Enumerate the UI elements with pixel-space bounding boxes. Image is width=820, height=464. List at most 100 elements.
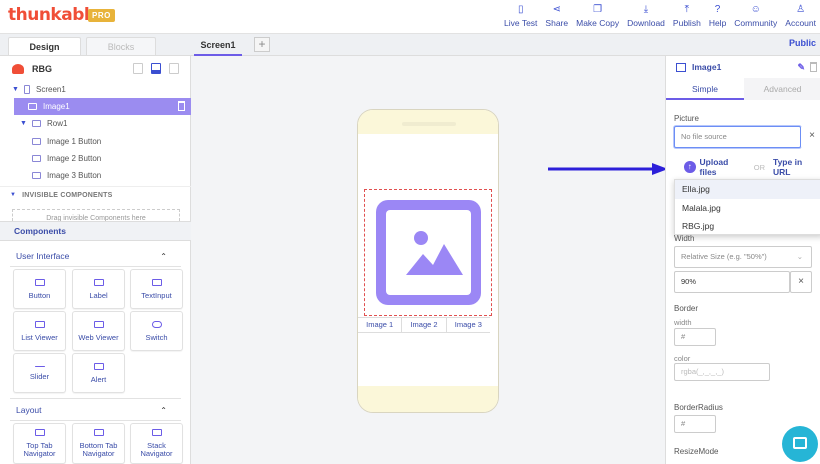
top-tab-icon [34,429,45,436]
account-icon: ♙ [796,4,806,15]
slider-icon [34,365,45,367]
account-button[interactable]: ♙ Account [781,0,820,34]
community-button[interactable]: ☺ Community [730,0,781,34]
tab-design[interactable]: Design [8,37,81,55]
collapse-icon[interactable]: ▼ [10,192,16,198]
publish-button[interactable]: ⤒ Publish [669,0,705,34]
component-label[interactable]: Label [72,269,125,309]
user-interface-section[interactable]: User Interface ⌃ [0,246,191,266]
list-icon [34,320,45,328]
annotation-arrow-icon [548,163,668,175]
row1-canvas: Image 1 Image 2 Image 3 [358,317,490,333]
canvas-image-2-button[interactable]: Image 2 [402,318,447,332]
phone-device-icon[interactable] [151,63,161,74]
download-button[interactable]: ⤓ Download [623,0,669,34]
divider [10,266,181,267]
upload-files-link[interactable]: Upload files [700,157,746,177]
component-textinput[interactable]: TextInput [130,269,183,309]
top-bar: thunkable PRO ▯ Live Test ⋖ Share ❐ Make Co… [0,0,820,34]
delete-icon[interactable] [178,101,185,111]
live-test-button[interactable]: ▯ Live Test [500,0,541,34]
component-switch[interactable]: Switch [130,311,183,351]
app-header: RBG [0,56,191,82]
upload-options: ↑ Upload files OR Type in URL [684,157,820,177]
resize-mode-label: ResizeMode [674,447,719,456]
tree-item-image-3-button[interactable]: Image 3 Button [0,167,191,184]
collapse-icon[interactable]: ▼ [20,120,27,127]
component-slider[interactable]: Slider [13,353,66,393]
invisible-components-header[interactable]: ▼ INVISIBLE COMPONENTS [0,186,191,203]
edit-icon[interactable]: ✎ [797,62,805,73]
border-color-label: color [674,354,691,363]
community-icon: ☺ [750,4,761,15]
clear-picture-button[interactable]: × [801,126,820,148]
delete-icon[interactable] [810,62,817,72]
share-button[interactable]: ⋖ Share [541,0,572,34]
component-alert[interactable]: Alert [72,353,125,393]
tree-item-screen1[interactable]: ▼ Screen1 [0,81,191,98]
width-mode-select[interactable]: Relative Size (e.g. "50%") ⌄ [674,246,812,268]
app-name: RBG [32,64,52,74]
image-placeholder-inner [386,210,471,295]
canvas-image-1-button[interactable]: Image 1 [358,318,403,332]
image-icon [676,62,686,72]
screen-icon [24,85,30,94]
type-in-url-link[interactable]: Type in URL [773,157,820,177]
border-radius-input[interactable]: # [674,415,716,433]
tab-blocks[interactable]: Blocks [86,37,156,55]
tab-simple[interactable]: Simple [666,78,744,100]
tree-item-row1[interactable]: ▼ Row1 [0,115,191,132]
file-option-rbg[interactable]: RBG.jpg [675,217,820,236]
help-icon: ? [714,4,721,15]
tablet-icon[interactable] [133,63,143,74]
component-button[interactable]: Button [13,269,66,309]
upload-icon: ↑ [684,161,696,173]
switch-icon [151,320,162,328]
border-color-picker[interactable]: rgba(_,_,_,_) [674,363,770,381]
width-label: Width [674,234,695,243]
help-button[interactable]: ? Help [705,0,730,34]
editor-tabs: Design Blocks Screen1 + Public [0,34,820,56]
add-screen-button[interactable]: + [254,37,270,52]
components-header: Components [0,221,191,241]
button-icon [32,155,41,162]
thunkable-logo[interactable]: thunkable [8,5,101,25]
layout-section[interactable]: Layout ⌃ [0,400,191,420]
image-placeholder-icon[interactable] [376,200,481,305]
picture-input[interactable]: No file source [674,126,801,148]
border-width-label: width [674,318,692,327]
phone-outline-icon[interactable] [169,63,179,74]
invisible-drop-zone[interactable]: Drag invisible Components here [12,209,180,221]
width-value-input[interactable]: 90% [674,271,790,293]
tab-screen1[interactable]: Screen1 [194,37,242,56]
button-icon [32,138,41,145]
share-icon: ⋖ [552,4,561,15]
tree-item-image-1-button[interactable]: Image 1 Button [0,133,191,150]
component-stack-navigator[interactable]: Stack Navigator [130,423,183,464]
tree-item-image-2-button[interactable]: Image 2 Button [0,150,191,167]
tree-item-image1[interactable]: Image1 [14,98,191,115]
component-bottom-tab-navigator[interactable]: Bottom Tab Navigator [72,423,125,464]
chat-support-button[interactable] [782,426,818,462]
tab-advanced[interactable]: Advanced [744,78,820,100]
file-option-ella[interactable]: Ella.jpg [675,180,820,199]
properties-header: Image1 ✎ [666,56,820,78]
image-icon [28,103,37,110]
file-option-malala[interactable]: Malala.jpg [675,199,820,218]
component-list-viewer[interactable]: List Viewer [13,311,66,351]
chevron-up-icon[interactable]: ⌃ [160,406,167,415]
clear-width-button[interactable]: × [790,271,812,293]
canvas-image-3-button[interactable]: Image 3 [447,318,490,332]
pro-badge: PRO [88,9,115,22]
collapse-icon[interactable]: ▼ [12,86,19,93]
properties-panel: Image1 ✎ Simple Advanced Picture No file… [665,56,820,464]
divider [10,420,181,421]
public-toggle[interactable]: Public [789,38,816,48]
component-top-tab-navigator[interactable]: Top Tab Navigator [13,423,66,464]
chevron-up-icon[interactable]: ⌃ [160,252,167,261]
make-copy-button[interactable]: ❐ Make Copy [572,0,623,34]
component-web-viewer[interactable]: Web Viewer [72,311,125,351]
border-width-input[interactable]: # [674,328,716,346]
properties-tabs: Simple Advanced [666,78,820,100]
phone-speaker [402,122,456,126]
